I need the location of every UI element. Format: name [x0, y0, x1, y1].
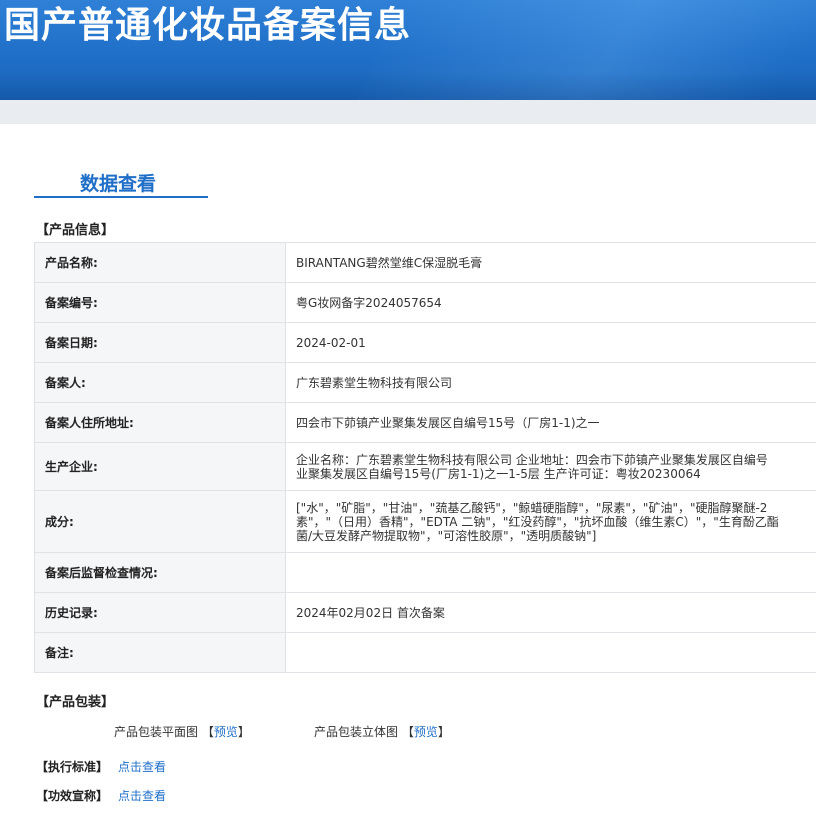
product-info-heading: 【产品信息】	[36, 223, 115, 238]
standard-row: 【执行标准】 点击查看	[36, 759, 166, 775]
bracket-close: 】	[237, 725, 250, 739]
row-label: 备案后监督检查情况:	[34, 552, 286, 593]
table-row: 产品名称: BIRANTANG碧然堂维C保湿脱毛膏	[34, 242, 816, 283]
remarks-value	[285, 632, 816, 673]
efficacy-row: 【功效宣称】 点击查看	[36, 788, 166, 804]
row-label: 成分:	[34, 490, 286, 553]
ingredients-line: ["水"，"矿脂"，"甘油"，"巯基乙酸钙"，"鲸蜡硬脂醇"，"尿素"，"矿油"…	[296, 500, 768, 515]
row-label: 备注:	[34, 632, 286, 673]
record-number-value: 粤G妆网备字2024057654	[285, 282, 816, 323]
row-label: 历史记录:	[34, 592, 286, 633]
bracket-close: 】	[437, 725, 450, 739]
banner-shadow	[0, 72, 816, 100]
product-info-table: 产品名称: BIRANTANG碧然堂维C保湿脱毛膏 备案编号: 粤G妆网备字20…	[34, 242, 816, 673]
table-row: 备案人住所地址: 四会市下茆镇产业聚集发展区自编号15号（厂房1-1)之一	[34, 402, 816, 443]
table-row: 备案编号: 粤G妆网备字2024057654	[34, 282, 816, 323]
packaging-solid: 产品包装立体图 【预览】	[314, 724, 450, 740]
manufacturer-line: 业聚集发展区自编号15号(厂房1-1)之一1-5层 生产许可证：粤妆202300…	[296, 466, 701, 481]
row-label: 备案日期:	[34, 322, 286, 363]
product-name-value: BIRANTANG碧然堂维C保湿脱毛膏	[285, 242, 816, 283]
row-label: 备案人住所地址:	[34, 402, 286, 443]
flat-preview-link[interactable]: 预览	[214, 725, 238, 739]
efficacy-heading: 【功效宣称】	[36, 789, 109, 803]
registrant-value: 广东碧素堂生物科技有限公司	[285, 362, 816, 403]
packaging-heading: 【产品包装】	[36, 695, 115, 710]
record-date-value: 2024-02-01	[285, 322, 816, 363]
page-banner: 国产普通化妆品备案信息	[0, 0, 816, 100]
page-title: 国产普通化妆品备案信息	[4, 5, 412, 46]
packaging-flat: 产品包装平面图 【预览】	[114, 724, 250, 740]
ingredients-value: ["水"，"矿脂"，"甘油"，"巯基乙酸钙"，"鲸蜡硬脂醇"，"尿素"，"矿油"…	[285, 490, 816, 553]
standard-heading: 【执行标准】	[36, 760, 109, 774]
table-row: 备案人: 广东碧素堂生物科技有限公司	[34, 362, 816, 403]
table-row: 备案日期: 2024-02-01	[34, 322, 816, 363]
packaging-solid-label: 产品包装立体图	[314, 725, 399, 739]
ingredients-line: 菌/大豆发酵产物提取物"，"可溶性胶原"，"透明质酸钠"]	[296, 528, 597, 543]
tab-data-view[interactable]: 数据查看	[34, 144, 208, 198]
history-value: 2024年02月02日 首次备案	[285, 592, 816, 633]
packaging-flat-label: 产品包装平面图	[114, 725, 199, 739]
manufacturer-line: 企业名称：广东碧素堂生物科技有限公司 企业地址：四会市下茆镇产业聚集发展区自编号	[296, 452, 768, 467]
table-row: 备案后监督检查情况:	[34, 552, 816, 593]
registrant-address-value: 四会市下茆镇产业聚集发展区自编号15号（厂房1-1)之一	[285, 402, 816, 443]
bracket-open: 【	[201, 725, 214, 739]
manufacturer-value: 企业名称：广东碧素堂生物科技有限公司 企业地址：四会市下茆镇产业聚集发展区自编号…	[285, 442, 816, 491]
table-row: 生产企业: 企业名称：广东碧素堂生物科技有限公司 企业地址：四会市下茆镇产业聚集…	[34, 442, 816, 491]
bracket-open: 【	[401, 725, 414, 739]
efficacy-view-link[interactable]: 点击查看	[118, 789, 166, 803]
ingredients-line: 素"，"（日用）香精"，"EDTA 二钠"，"红没药醇"，"抗坏血酸（维生素C）…	[296, 514, 779, 529]
solid-preview-link[interactable]: 预览	[414, 725, 438, 739]
tab-data-view-label: 数据查看	[80, 173, 157, 195]
row-label: 生产企业:	[34, 442, 286, 491]
row-label: 备案编号:	[34, 282, 286, 323]
content-card: 数据查看 【产品信息】 产品名称: BIRANTANG碧然堂维C保湿脱毛膏 备案…	[0, 124, 816, 816]
row-label: 产品名称:	[34, 242, 286, 283]
row-label: 备案人:	[34, 362, 286, 403]
table-row: 备注:	[34, 632, 816, 673]
table-row: 成分: ["水"，"矿脂"，"甘油"，"巯基乙酸钙"，"鲸蜡硬脂醇"，"尿素"，…	[34, 490, 816, 553]
table-row: 历史记录: 2024年02月02日 首次备案	[34, 592, 816, 633]
standard-view-link[interactable]: 点击查看	[118, 760, 166, 774]
inspection-value	[285, 552, 816, 593]
